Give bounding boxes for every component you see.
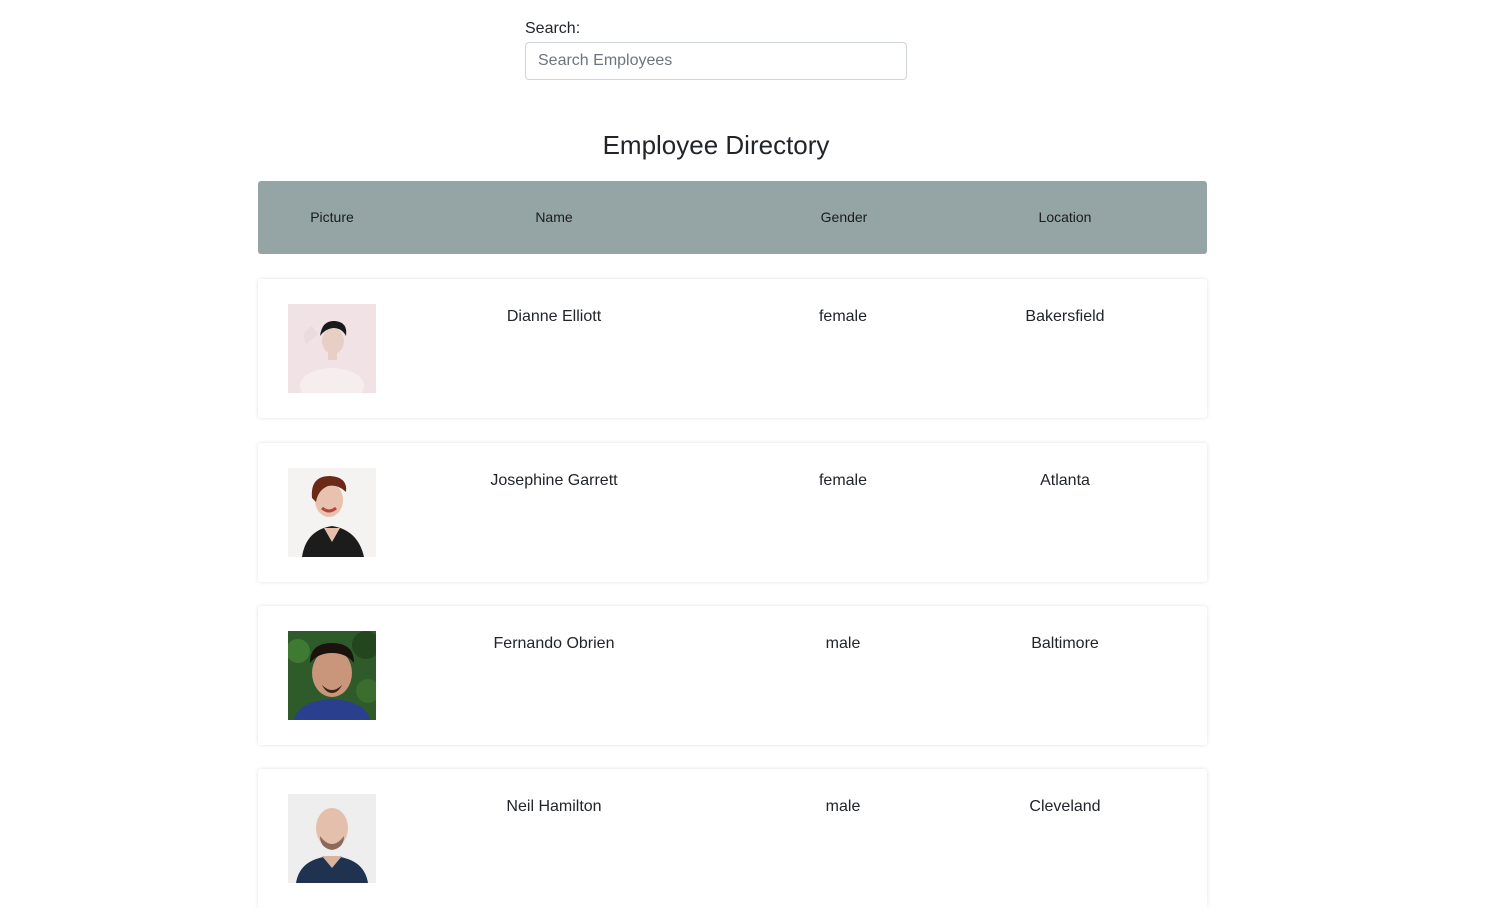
page-title: Employee Directory	[602, 130, 830, 160]
employee-gender: male	[825, 635, 861, 652]
employee-name: Josephine Garrett	[490, 472, 618, 489]
column-header-name[interactable]: Name	[535, 181, 572, 254]
employee-avatar	[288, 468, 376, 557]
table-row: Josephine Garrett female Atlanta	[258, 443, 1207, 582]
column-header-picture[interactable]: Picture	[310, 181, 354, 254]
table-row: Neil Hamilton male Cleveland	[258, 769, 1207, 908]
employee-location: Atlanta	[1040, 472, 1090, 489]
search-form: Search:	[525, 19, 907, 80]
table-row: Dianne Elliott female Bakersfield	[258, 279, 1207, 418]
table-row: Fernando Obrien male Baltimore	[258, 606, 1207, 745]
search-label: Search:	[525, 20, 581, 37]
employee-name: Dianne Elliott	[506, 308, 602, 325]
column-header-location[interactable]: Location	[1039, 181, 1092, 254]
employee-gender: female	[818, 472, 868, 489]
search-input[interactable]	[525, 42, 907, 80]
employee-location: Bakersfield	[1025, 308, 1105, 325]
employee-location: Cleveland	[1029, 798, 1101, 815]
employee-name: Fernando Obrien	[493, 635, 615, 652]
employee-avatar	[288, 794, 376, 883]
employee-avatar	[288, 631, 376, 720]
table-header: Picture Name Gender Location	[258, 181, 1207, 254]
employee-avatar	[288, 304, 376, 393]
employee-name: Neil Hamilton	[506, 798, 602, 815]
column-header-gender[interactable]: Gender	[821, 181, 868, 254]
employee-gender: male	[825, 798, 861, 815]
employee-location: Baltimore	[1031, 635, 1099, 652]
employee-gender: female	[818, 308, 868, 325]
